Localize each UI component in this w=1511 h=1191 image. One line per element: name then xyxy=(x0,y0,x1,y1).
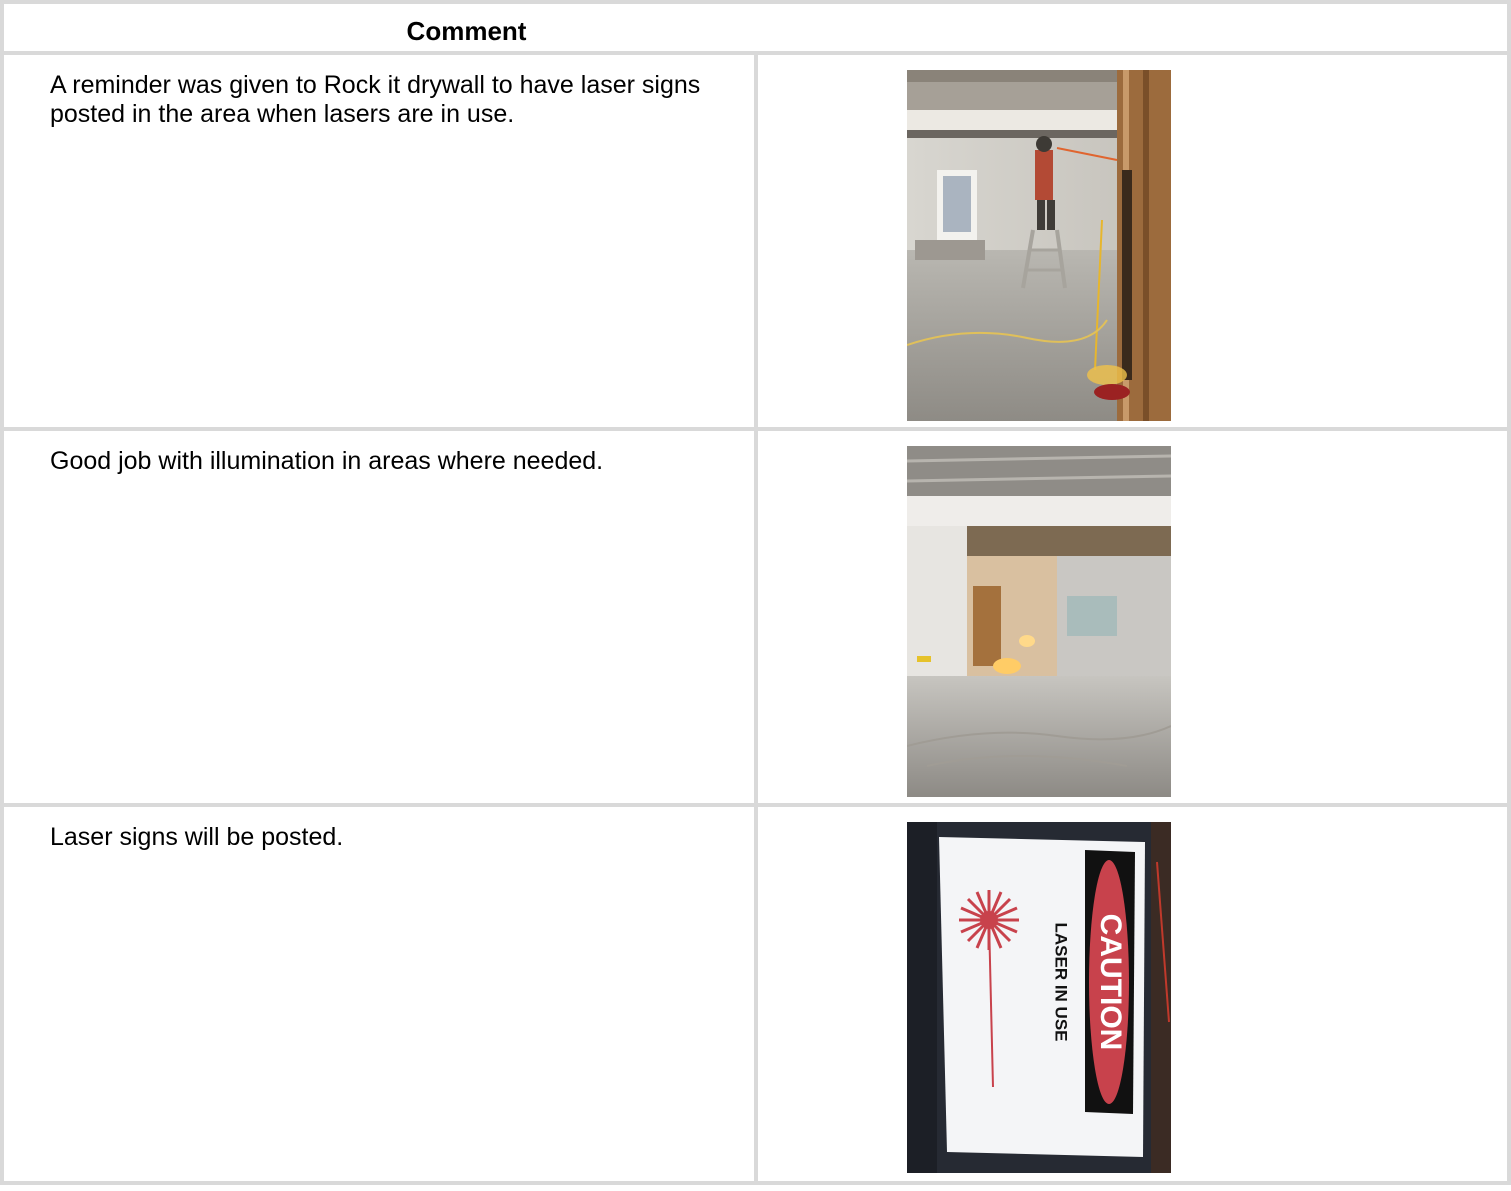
photo-image: CAUTION LASER IN USE xyxy=(906,822,1171,1173)
table-row: Laser signs will be posted. CAUTION LASE… xyxy=(0,803,1511,1185)
comment-column-header: Comment xyxy=(0,0,1511,55)
table-row: A reminder was given to Rock it drywall … xyxy=(0,51,1511,431)
photo-cell: CAUTION LASER IN USE xyxy=(753,803,1511,1185)
inspection-comment-table: Comment A reminder was given to Rock it … xyxy=(0,0,1511,1191)
laser-in-use-text: LASER IN USE xyxy=(1051,922,1070,1041)
table-header-row: Comment xyxy=(0,0,1511,55)
comment-header-label: Comment xyxy=(406,16,527,46)
comment-text: Laser signs will be posted. xyxy=(50,823,344,851)
illuminated-construction-area-photo[interactable] xyxy=(906,446,1171,797)
comment-cell: Laser signs will be posted. xyxy=(0,803,758,1185)
comment-text: A reminder was given to Rock it drywall … xyxy=(50,71,701,128)
comment-cell: Good job with illumination in areas wher… xyxy=(0,427,758,807)
caution-text: CAUTION xyxy=(1094,914,1127,1051)
photo-image xyxy=(906,446,1171,797)
photo-cell xyxy=(753,51,1511,431)
comment-cell: A reminder was given to Rock it drywall … xyxy=(0,51,758,431)
laser-caution-sign-photo[interactable]: CAUTION LASER IN USE xyxy=(906,822,1171,1173)
table-row: Good job with illumination in areas wher… xyxy=(0,427,1511,807)
photo-image xyxy=(906,70,1171,421)
comment-text: Good job with illumination in areas wher… xyxy=(50,447,604,475)
photo-cell xyxy=(753,427,1511,807)
construction-worker-on-ladder-photo[interactable] xyxy=(906,70,1171,421)
